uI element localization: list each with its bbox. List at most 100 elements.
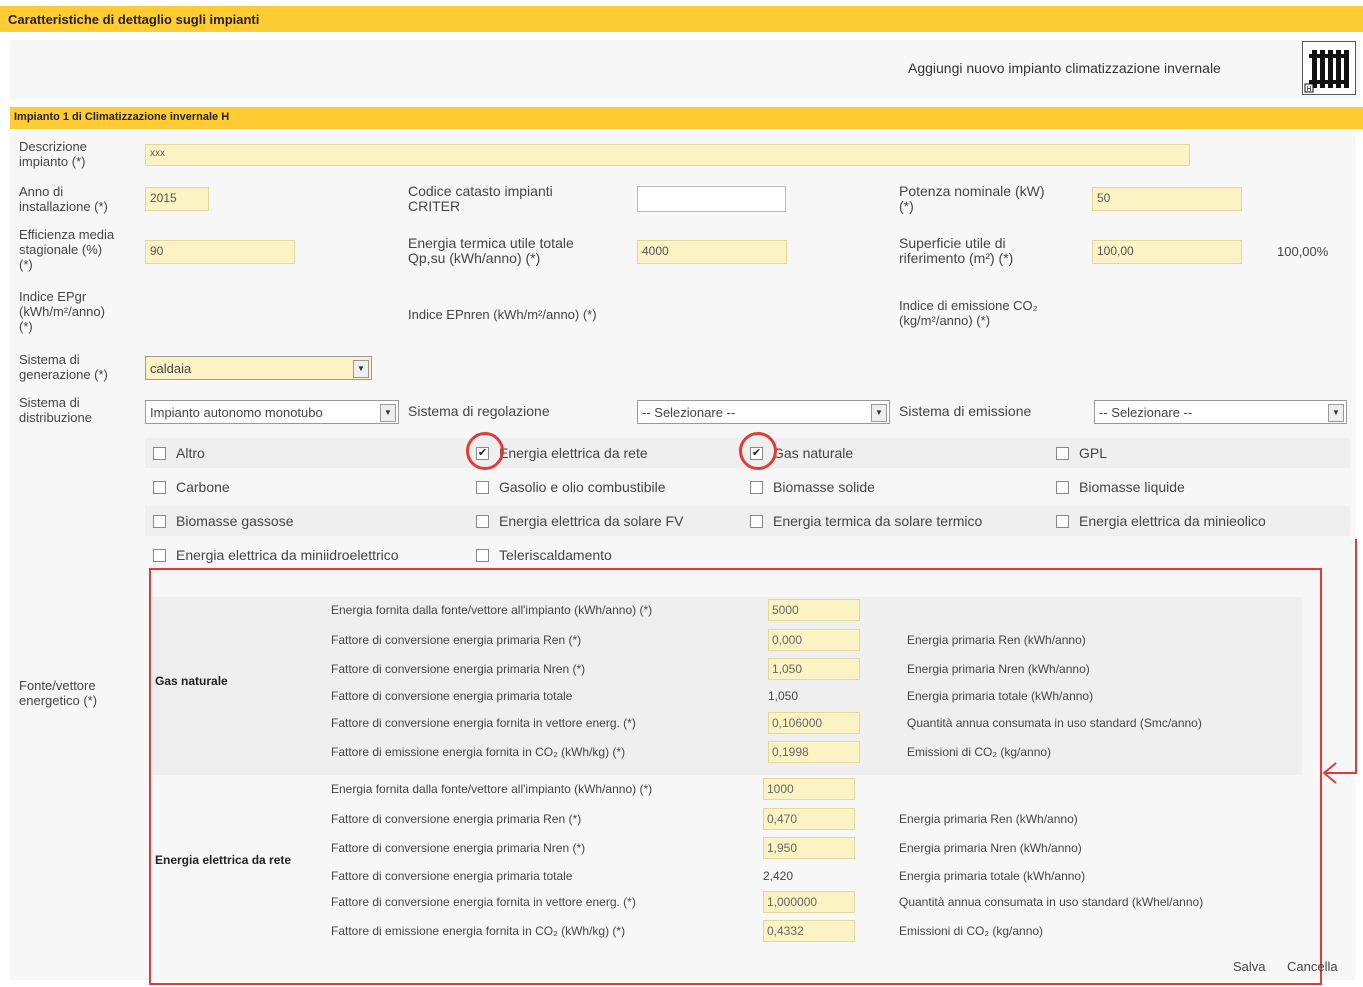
fonte-checkbox-label[interactable]: Energia elettrica da rete: [499, 445, 648, 461]
fonte-checkbox[interactable]: [476, 481, 489, 494]
fonte-label-line1: Fonte/vettore: [19, 678, 96, 693]
plant-section-header: Impianto 1 di Climatizzazione invernale …: [10, 107, 1363, 129]
fonte-checkbox[interactable]: [153, 549, 166, 562]
anno-input[interactable]: 2015: [145, 187, 209, 211]
codice-label-line2: CRITER: [408, 198, 461, 214]
fonte-label-line2: energetico (*): [19, 693, 98, 708]
indice-ep-label: Indice EPgr (kWh/m²/anno) (*): [19, 289, 105, 334]
fonte-checkbox[interactable]: [153, 481, 166, 494]
indice-co2-label: Indice di emissione CO₂ (kg/m²/anno) (*): [899, 298, 1038, 328]
anno-label-line1: Anno di: [19, 184, 64, 199]
regolazione-select[interactable]: -- Selezionare -- ▼: [637, 400, 890, 424]
generazione-label-line1: Sistema di: [19, 352, 80, 367]
energia-termica-label-line1: Energia termica utile totale: [408, 235, 574, 251]
cancel-button[interactable]: Cancella: [1287, 959, 1338, 974]
descrizione-label-line2: impianto (*): [19, 154, 86, 169]
fonte-checkbox-label[interactable]: Altro: [176, 445, 205, 461]
efficienza-label-line2: stagionale (%): [19, 242, 103, 257]
generazione-select-value: caldaia: [150, 361, 192, 376]
fonte-checkbox-label[interactable]: Energia elettrica da solare FV: [499, 513, 683, 529]
distribuzione-select-value: Impianto autonomo monotubo: [150, 405, 323, 420]
page-title: Caratteristiche di dettaglio sugli impia…: [8, 12, 260, 27]
superficie-label: Superficie utile di riferimento (m²) (*): [899, 236, 1013, 266]
distribuzione-select[interactable]: Impianto autonomo monotubo ▼: [145, 400, 399, 424]
efficienza-label: Efficienza media stagionale (%) (*): [19, 227, 114, 272]
anno-label: Anno di installazione (*): [19, 184, 108, 214]
codice-catasto-label: Codice catasto impianti CRITER: [408, 184, 553, 214]
descrizione-input[interactable]: xxx: [145, 144, 1190, 166]
fonte-label: Fonte/vettore energetico (*): [19, 678, 97, 708]
indice-co2-label-line1: Indice di emissione CO₂: [899, 298, 1038, 313]
generazione-label: Sistema di generazione (*): [19, 352, 108, 382]
fonte-checkbox-label[interactable]: Gasolio e olio combustibile: [499, 479, 666, 495]
generazione-label-line2: generazione (*): [19, 367, 108, 382]
chevron-down-icon[interactable]: ▼: [1328, 404, 1344, 422]
codice-label-line1: Codice catasto impianti: [408, 183, 553, 199]
add-plant-label[interactable]: Aggiungi nuovo impianto climatizzazione …: [908, 60, 1221, 76]
highlight-circle: [739, 432, 777, 470]
descrizione-label: Descrizione impianto (*): [19, 139, 87, 169]
distribuzione-label-line2: distribuzione: [19, 410, 92, 425]
fonte-checkbox-label[interactable]: Gas naturale: [773, 445, 853, 461]
codice-catasto-input[interactable]: [637, 186, 786, 212]
fonte-checkbox-label[interactable]: Energia elettrica da minieolico: [1079, 513, 1266, 529]
radiator-icon[interactable]: H: [1302, 41, 1356, 95]
fonte-checkbox[interactable]: [153, 447, 166, 460]
fonte-checkbox-label[interactable]: Biomasse liquide: [1079, 479, 1185, 495]
emissione-label: Sistema di emissione: [899, 403, 1032, 419]
fonte-checkbox[interactable]: [1056, 481, 1069, 494]
energia-termica-label-line2: Qp,su (kWh/anno) (*): [408, 250, 541, 266]
plant-section-title: Impianto 1 di Climatizzazione invernale …: [14, 111, 230, 123]
arrow-icon: [1322, 539, 1357, 784]
emissione-select[interactable]: -- Selezionare -- ▼: [1094, 400, 1347, 424]
generazione-select[interactable]: caldaia ▼: [145, 356, 372, 380]
potenza-label-line1: Potenza nominale (kW): [899, 183, 1045, 199]
fonte-checkbox[interactable]: [476, 549, 489, 562]
indice-co2-label-line2: (kg/m²/anno) (*): [899, 313, 991, 328]
fonte-checkbox-label[interactable]: Energia elettrica da miniidroelettrico: [176, 547, 399, 563]
save-button[interactable]: Salva: [1233, 959, 1266, 974]
highlight-box: [149, 568, 1322, 985]
potenza-label: Potenza nominale (kW) (*): [899, 184, 1045, 214]
energia-termica-input[interactable]: 4000: [637, 240, 787, 264]
indice-epnren-label: Indice EPnren (kWh/m²/anno) (*): [408, 307, 597, 322]
superficie-label-line1: Superficie utile di: [899, 235, 1006, 251]
fonte-checkbox[interactable]: [153, 515, 166, 528]
potenza-input[interactable]: 50: [1092, 187, 1242, 211]
regolazione-select-value: -- Selezionare --: [642, 405, 736, 420]
efficienza-input[interactable]: 90: [145, 240, 295, 264]
superficie-label-line2: riferimento (m²) (*): [899, 250, 1014, 266]
fonte-checkbox-label[interactable]: Biomasse gassose: [176, 513, 294, 529]
fonte-checkbox-label[interactable]: Teleriscaldamento: [499, 547, 612, 563]
chevron-down-icon[interactable]: ▼: [353, 360, 369, 378]
superficie-percent: 100,00%: [1277, 244, 1329, 259]
fonte-checkbox[interactable]: [476, 515, 489, 528]
fonte-checkbox[interactable]: [1056, 515, 1069, 528]
svg-text:H: H: [1307, 86, 1312, 93]
distribuzione-label: Sistema di distribuzione: [19, 395, 92, 425]
highlight-circle: [466, 432, 504, 470]
indice-ep-label-line2: (kWh/m²/anno): [19, 304, 105, 319]
page-header: Caratteristiche di dettaglio sugli impia…: [0, 6, 1363, 32]
indice-ep-label-line3: (*): [19, 319, 33, 334]
fonte-checkbox[interactable]: [750, 481, 763, 494]
anno-label-line2: installazione (*): [19, 199, 108, 214]
fonte-checkbox-label[interactable]: Energia termica da solare termico: [773, 513, 982, 529]
distribuzione-label-line1: Sistema di: [19, 395, 80, 410]
emissione-select-value: -- Selezionare --: [1099, 405, 1193, 420]
efficienza-label-line1: Efficienza media: [19, 227, 115, 242]
fonte-checkbox-label[interactable]: Biomasse solide: [773, 479, 875, 495]
indice-ep-label-line1: Indice EPgr: [19, 289, 87, 304]
regolazione-label: Sistema di regolazione: [408, 403, 550, 419]
chevron-down-icon[interactable]: ▼: [380, 404, 396, 422]
fonte-checkbox[interactable]: [1056, 447, 1069, 460]
efficienza-label-line3: (*): [19, 257, 33, 272]
potenza-label-line2: (*): [899, 198, 914, 214]
energia-termica-label: Energia termica utile totale Qp,su (kWh/…: [408, 236, 574, 266]
fonte-checkbox-label[interactable]: GPL: [1079, 445, 1107, 461]
superficie-input[interactable]: 100,00: [1092, 240, 1242, 264]
fonte-checkbox-label[interactable]: Carbone: [176, 479, 230, 495]
chevron-down-icon[interactable]: ▼: [871, 404, 887, 422]
descrizione-label-line1: Descrizione: [19, 139, 87, 154]
fonte-checkbox[interactable]: [750, 515, 763, 528]
